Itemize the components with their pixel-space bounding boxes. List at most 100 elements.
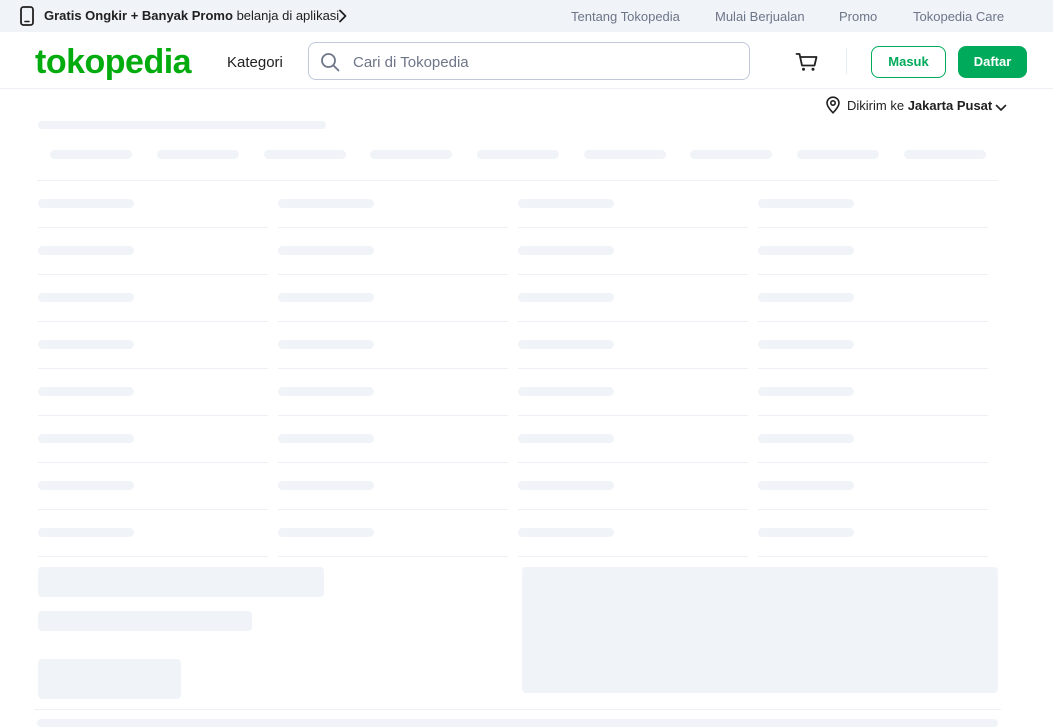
skeleton-tab [797,150,879,159]
skeleton-cell [758,434,854,443]
skeleton-row-divider [758,556,988,557]
skeleton-tab [904,150,986,159]
skeleton-block-button [38,659,181,699]
skeleton-block-title [38,567,324,597]
skeleton-cell [278,246,374,255]
location-pin-icon [825,96,841,117]
skeleton-row-divider [38,321,268,322]
skeleton-row-divider [758,227,988,228]
skeleton-cell [278,340,374,349]
chevron-right-icon[interactable] [338,9,348,28]
skeleton-row-divider [758,368,988,369]
skeleton-cell [758,246,854,255]
skeleton-row-divider [758,462,988,463]
skeleton-bottom-divider [34,709,1001,710]
skeleton-tabs-divider [37,180,998,181]
skeleton-cell [758,481,854,490]
kategori-menu[interactable]: Kategori [227,54,283,71]
skeleton-tab [50,150,132,159]
location-city: Jakarta Pusat [907,98,993,113]
skeleton-cell [38,434,134,443]
skeleton-cell [518,387,614,396]
phone-icon [20,6,34,31]
skeleton-cell [518,340,614,349]
skeleton-row-divider [278,321,508,322]
skeleton-row-divider [38,462,268,463]
skeleton-tab [477,150,559,159]
skeleton-block-banner [522,567,998,693]
skeleton-row-divider [758,321,988,322]
skeleton-tab [264,150,346,159]
skeleton-cell [518,528,614,537]
skeleton-row-divider [518,321,748,322]
skeleton-row-divider [518,556,748,557]
skeleton-tab [690,150,772,159]
skeleton-cell [38,528,134,537]
skeleton-cell [758,528,854,537]
search-bar[interactable] [308,42,750,80]
chevron-down-icon[interactable] [995,100,1007,115]
login-button[interactable]: Masuk [871,46,946,78]
skeleton-row-divider [518,462,748,463]
skeleton-cell [518,246,614,255]
skeleton-row-divider [518,274,748,275]
main-header: tokopedia Kategori Masuk Daftar [0,32,1053,89]
skeleton-cell [278,528,374,537]
skeleton-footer-bar [37,719,998,727]
skeleton-row-divider [38,415,268,416]
link-mulai-berjualan[interactable]: Mulai Berjualan [715,9,805,24]
register-button[interactable]: Daftar [958,46,1027,78]
header-divider [846,48,847,74]
skeleton-row-divider [278,368,508,369]
skeleton-row-divider [38,509,268,510]
skeleton-cell [758,293,854,302]
skeleton-cell [278,387,374,396]
skeleton-cell [38,293,134,302]
skeleton-cell [38,387,134,396]
skeleton-row-divider [518,368,748,369]
skeleton-cell [278,199,374,208]
skeleton-cell [38,481,134,490]
top-promo-bar: Gratis Ongkir + Banyak Promo belanja di … [0,0,1053,32]
skeleton-row-divider [278,462,508,463]
link-tokopedia-care[interactable]: Tokopedia Care [913,9,1004,24]
skeleton-cell [758,199,854,208]
link-tentang-tokopedia[interactable]: Tentang Tokopedia [571,9,680,24]
skeleton-row-divider [278,415,508,416]
tokopedia-logo[interactable]: tokopedia [35,42,192,82]
link-promo[interactable]: Promo [839,9,877,24]
skeleton-cell [38,246,134,255]
promo-text: belanja di aplikasi [236,8,340,23]
skeleton-cell [518,199,614,208]
skeleton-block-subtitle [38,611,252,631]
skeleton-row-divider [758,274,988,275]
skeleton-cell [278,481,374,490]
skeleton-row-divider [38,227,268,228]
location-prefix: Dikirim ke [847,98,905,113]
skeleton-row-divider [518,227,748,228]
skeleton-cell [38,340,134,349]
skeleton-tab [157,150,239,159]
skeleton-row-divider [38,274,268,275]
skeleton-row-divider [758,415,988,416]
skeleton-cell [278,293,374,302]
promo-bold-text: Gratis Ongkir + Banyak Promo [44,8,233,23]
search-input[interactable] [351,44,735,80]
skeleton-cell [278,434,374,443]
cart-icon[interactable] [795,52,819,77]
skeleton-cell [38,199,134,208]
skeleton-cell [518,293,614,302]
skeleton-cell [758,387,854,396]
app-promo-link[interactable]: Gratis Ongkir + Banyak Promo belanja di … [44,8,339,23]
skeleton-row-divider [38,368,268,369]
skeleton-row-divider [38,556,268,557]
skeleton-cell [518,481,614,490]
skeleton-row-divider [278,227,508,228]
skeleton-cell [758,340,854,349]
skeleton-tab [370,150,452,159]
skeleton-row-divider [758,509,988,510]
skeleton-row-divider [278,556,508,557]
skeleton-row-divider [278,274,508,275]
skeleton-row-divider [518,509,748,510]
search-icon [320,52,340,77]
